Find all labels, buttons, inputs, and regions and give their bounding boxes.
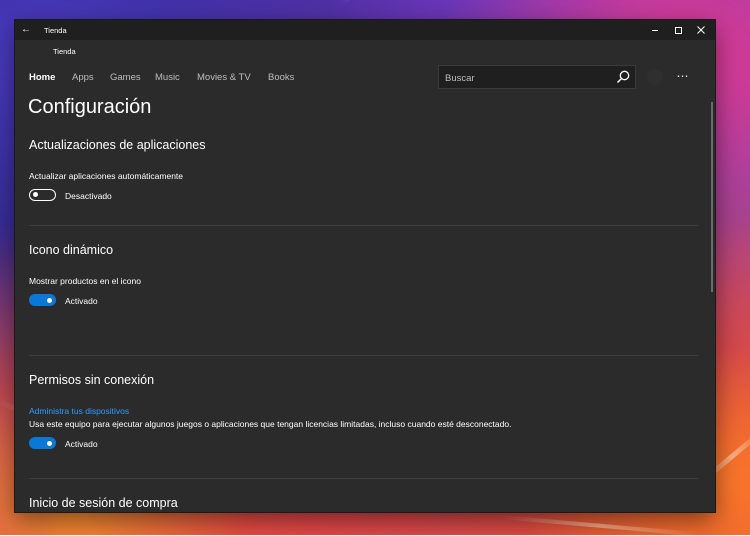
section-title-live-tile: Icono dinámico xyxy=(29,243,114,257)
manage-devices-link[interactable]: Administra tus dispositivos xyxy=(29,406,129,416)
more-icon[interactable]: ⋯ xyxy=(675,68,691,84)
section-title-purchase-signin: Inicio de sesión de compra xyxy=(29,496,178,510)
search-box xyxy=(438,65,636,89)
show-products-label: Mostrar productos en el icono xyxy=(29,276,141,286)
divider xyxy=(29,478,698,479)
close-icon xyxy=(697,26,705,34)
toggle-knob xyxy=(33,191,38,197)
search-input[interactable] xyxy=(445,71,605,85)
maximize-button[interactable] xyxy=(667,20,690,40)
toggle-knob xyxy=(47,297,52,303)
offline-permissions-toggle[interactable] xyxy=(29,437,56,449)
nav-item-home[interactable]: Home xyxy=(29,72,55,83)
close-button[interactable] xyxy=(690,20,713,40)
nav-item-games[interactable]: Games xyxy=(110,72,141,83)
divider xyxy=(29,225,698,226)
minimize-button[interactable] xyxy=(644,20,667,40)
window-title: Tienda xyxy=(44,26,67,35)
app-subtitle: Tienda xyxy=(53,47,76,56)
title-bar: ← Tienda xyxy=(15,20,715,40)
back-arrow-icon[interactable]: ← xyxy=(19,23,33,37)
section-title-offline-permissions: Permisos sin conexión xyxy=(29,373,155,387)
offline-permissions-state: Activado xyxy=(65,439,98,449)
store-window: ← Tienda Tienda Home Apps Games Music Mo… xyxy=(15,20,715,512)
show-products-toggle[interactable] xyxy=(29,294,56,306)
toggle-knob xyxy=(47,440,52,446)
auto-update-toggle[interactable] xyxy=(29,189,56,201)
nav-item-movies-tv[interactable]: Movies & TV xyxy=(197,72,251,83)
account-icon[interactable] xyxy=(647,69,663,85)
auto-update-state: Desactivado xyxy=(65,191,112,201)
search-icon[interactable] xyxy=(615,69,631,85)
show-products-state: Activado xyxy=(65,296,98,306)
nav-item-apps[interactable]: Apps xyxy=(72,72,94,83)
settings-content: Configuración Actualizaciones de aplicac… xyxy=(15,91,715,512)
minimize-icon xyxy=(652,30,658,31)
page-title: Configuración xyxy=(28,96,152,118)
auto-update-label: Actualizar aplicaciones automáticamente xyxy=(29,171,184,181)
maximize-icon xyxy=(675,27,682,34)
section-title-app-updates: Actualizaciones de aplicaciones xyxy=(29,138,206,152)
divider xyxy=(29,355,698,356)
offline-description: Usa este equipo para ejecutar algunos ju… xyxy=(29,419,512,429)
scrollbar[interactable] xyxy=(711,102,713,292)
nav-item-music[interactable]: Music xyxy=(155,72,180,83)
nav-item-books[interactable]: Books xyxy=(268,72,294,83)
